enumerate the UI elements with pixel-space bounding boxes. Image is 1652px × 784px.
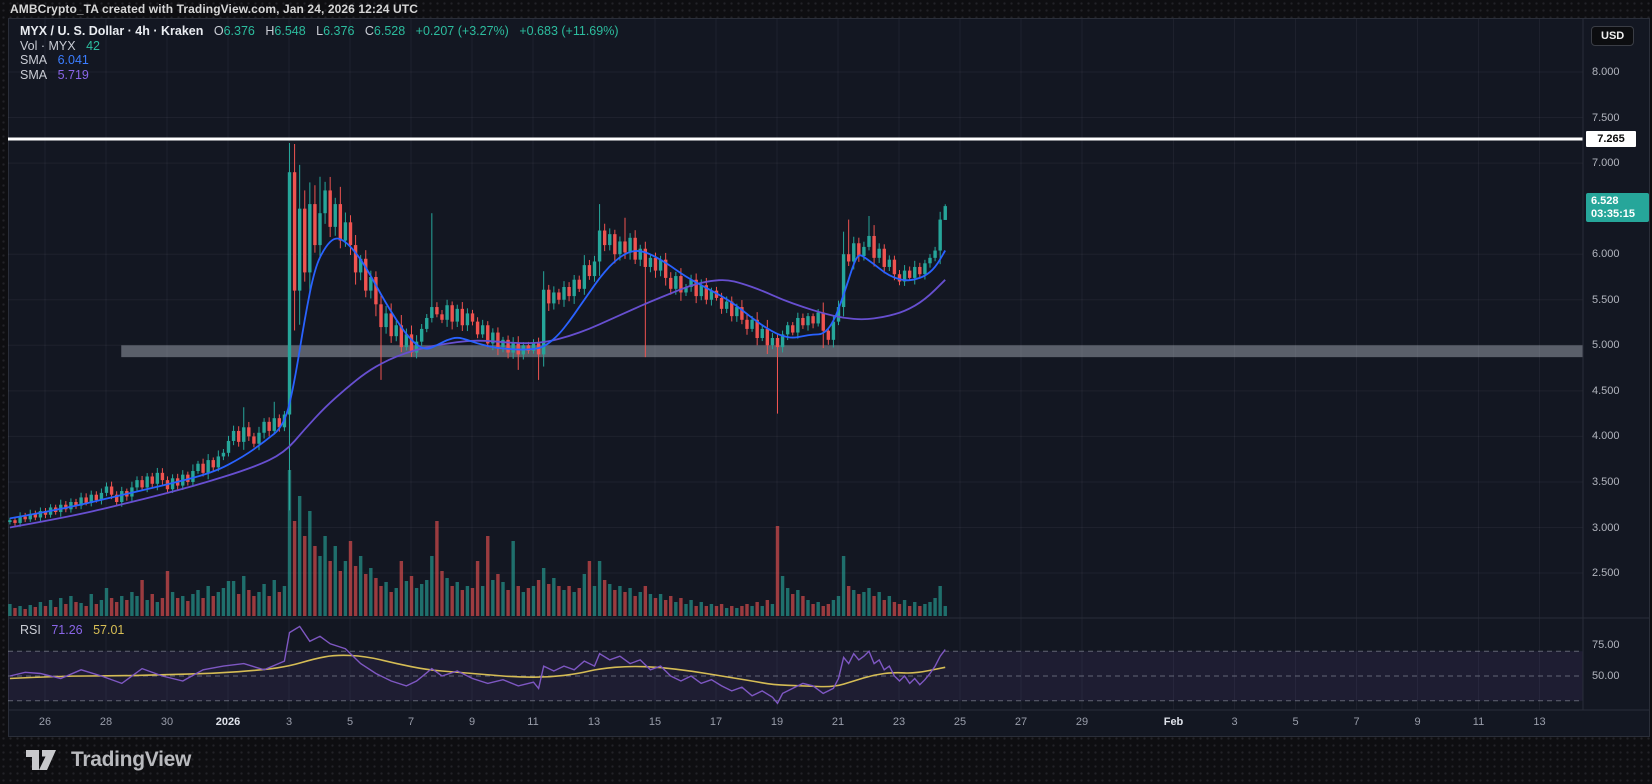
change-absolute: +0.207 <box>416 24 455 38</box>
price-axis-label: 3.500 <box>1592 475 1620 489</box>
last-price-value: 6.528 <box>1591 195 1649 208</box>
time-axis-label: 13 <box>1533 716 1545 728</box>
symbol-title: MYX / U. S. Dollar · 4h · Kraken <box>20 24 203 38</box>
time-axis-label: 5 <box>347 716 353 728</box>
price-axis-label: 2.500 <box>1592 566 1620 580</box>
time-axis-label: 5 <box>1292 716 1298 728</box>
ohlc-open-label: O <box>214 24 224 38</box>
resistance-price-label: 7.265 <box>1586 131 1636 147</box>
legend-volume-row[interactable]: Vol · MYX 42 <box>20 39 618 54</box>
time-axis-label: Feb <box>1164 716 1184 728</box>
change2-percent: (+11.69%) <box>561 24 618 38</box>
time-axis-label: 11 <box>1473 716 1484 728</box>
time-axis-label: 3 <box>1231 716 1237 728</box>
volume-label: Vol · MYX <box>20 39 76 53</box>
price-axis-label: 7.000 <box>1592 156 1620 170</box>
sma-fast-label: SMA <box>20 53 47 67</box>
time-axis-label: 15 <box>649 716 661 728</box>
price-axis-label: 4.000 <box>1592 429 1620 443</box>
legend-sma-slow-row[interactable]: SMA 5.719 <box>20 68 618 83</box>
change2-absolute: +0.683 <box>519 24 558 38</box>
volume-value: 42 <box>86 39 100 53</box>
legend-sma-fast-row[interactable]: SMA 6.041 <box>20 53 618 68</box>
rsi-axis-label: 75.00 <box>1592 638 1620 652</box>
ohlc-high-value: 6.548 <box>274 24 305 38</box>
attribution-text: AMBCrypto_TA created with TradingView.co… <box>10 1 418 17</box>
ohlc-low-value: 6.376 <box>323 24 354 38</box>
time-axis-label: 30 <box>161 716 173 728</box>
sma-slow-label: SMA <box>20 68 47 82</box>
sma-fast-value: 6.041 <box>58 53 89 67</box>
price-axis-label: 7.500 <box>1592 111 1620 125</box>
time-axis-label: 29 <box>1076 716 1088 728</box>
time-axis-label: 25 <box>954 716 966 728</box>
time-axis-label: 19 <box>771 716 783 728</box>
time-axis-label: 3 <box>286 716 292 728</box>
time-axis-label: 26 <box>39 716 51 728</box>
time-axis-label: 7 <box>408 716 414 728</box>
time-axis-label: 2026 <box>216 716 240 728</box>
price-axis-label: 6.000 <box>1592 247 1620 261</box>
time-axis-label: 21 <box>832 716 844 728</box>
time-axis-label: 23 <box>893 716 905 728</box>
time-axis-label: 9 <box>1414 716 1420 728</box>
ohlc-open-value: 6.376 <box>224 24 255 38</box>
time-axis-label: 11 <box>527 716 538 728</box>
price-axis-label: 3.000 <box>1592 521 1620 535</box>
price-axis-label: 5.000 <box>1592 338 1620 352</box>
rsi-ma-value: 57.01 <box>93 623 124 637</box>
ohlc-close-value: 6.528 <box>374 24 405 38</box>
currency-usd-button[interactable]: USD <box>1591 26 1634 46</box>
ohlc-close-label: C <box>365 24 374 38</box>
price-axis-label: 8.000 <box>1592 65 1620 79</box>
tradingview-logo-text: TradingView <box>71 748 191 772</box>
rsi-label: RSI <box>20 623 41 637</box>
price-axis-label: 4.500 <box>1592 384 1620 398</box>
sma-slow-value: 5.719 <box>58 68 89 82</box>
last-price-label: 6.528 03:35:15 <box>1586 193 1649 222</box>
chart-card <box>8 18 1650 737</box>
time-axis-label: 9 <box>469 716 475 728</box>
rsi-value: 71.26 <box>51 623 82 637</box>
time-axis-label: 7 <box>1353 716 1359 728</box>
legend-rsi-row[interactable]: RSI 71.26 57.01 <box>20 623 124 638</box>
time-axis-label: 28 <box>100 716 112 728</box>
chart-legend: MYX / U. S. Dollar · 4h · Kraken O6.376 … <box>20 24 618 82</box>
tradingview-logo-icon <box>26 746 62 774</box>
candle-countdown: 03:35:15 <box>1591 208 1649 221</box>
legend-symbol-row[interactable]: MYX / U. S. Dollar · 4h · Kraken O6.376 … <box>20 24 618 39</box>
time-axis-label: 27 <box>1015 716 1027 728</box>
rsi-axis-label: 50.00 <box>1592 669 1620 683</box>
change-percent: (+3.27%) <box>458 24 509 38</box>
bottom-bar: TradingView <box>0 737 1652 784</box>
price-axis-label: 5.500 <box>1592 293 1620 307</box>
time-axis-label: 17 <box>710 716 722 728</box>
tradingview-logo[interactable]: TradingView <box>26 746 191 774</box>
time-axis-label: 13 <box>588 716 600 728</box>
